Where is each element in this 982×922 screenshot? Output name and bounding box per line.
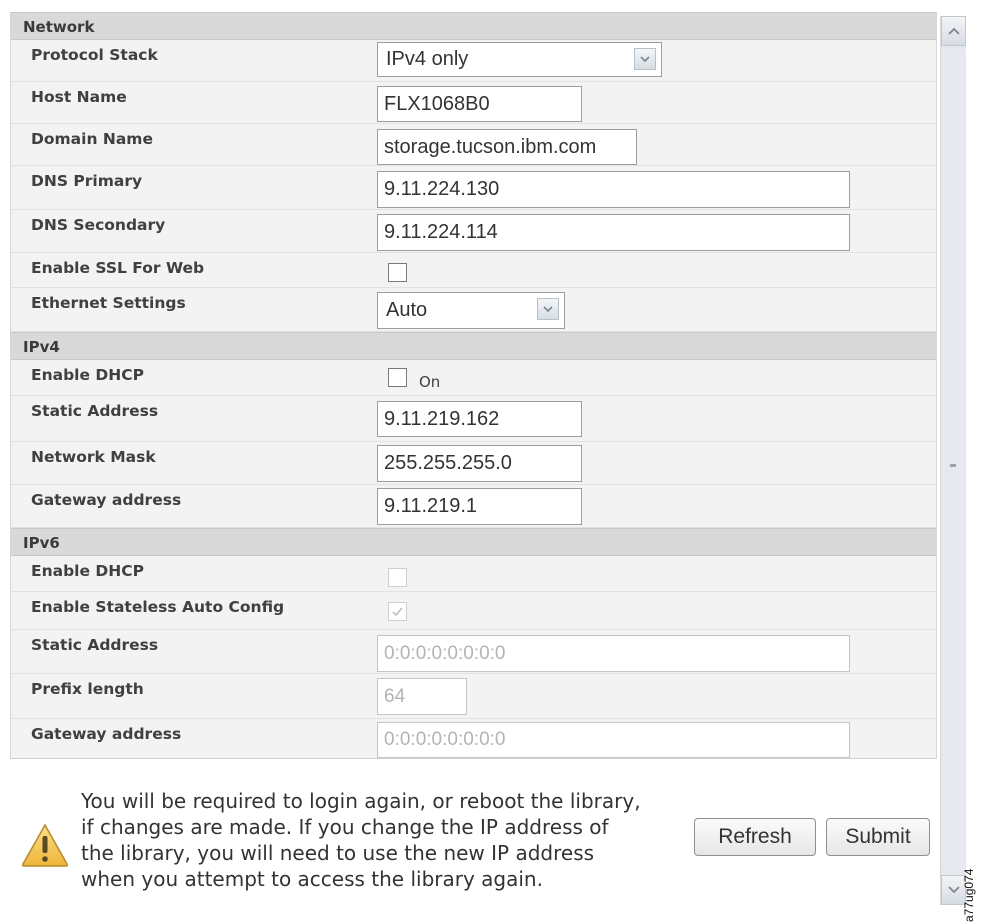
scroll-up-button[interactable] [941,16,966,46]
ipv6-gateway-label: Gateway address [31,725,182,743]
scroll-grip-icon [950,464,956,467]
ipv4-enable-dhcp-row: Enable DHCP On [11,360,936,396]
ethernet-settings-label: Ethernet Settings [31,294,186,312]
protocol-stack-row: Protocol Stack IPv4 only [11,40,936,82]
ipv4-static-address-row: Static Address 9.11.219.162 [11,396,936,442]
ipv4-dhcp-on-text: On [419,373,441,391]
network-mask-row: Network Mask 255.255.255.0 [11,442,936,485]
ipv4-gateway-label: Gateway address [31,491,182,509]
protocol-stack-value: IPv4 only [386,48,469,70]
network-section-header: Network [11,12,936,40]
protocol-stack-label: Protocol Stack [31,46,158,64]
refresh-button[interactable]: Refresh [694,818,816,856]
ipv6-enable-dhcp-row: Enable DHCP [11,556,936,592]
ethernet-settings-value: Auto [386,299,428,321]
vertical-scrollbar[interactable] [940,16,966,905]
chevron-up-icon [947,27,960,35]
ipv6-section-header: IPv6 [11,528,936,556]
protocol-stack-select[interactable]: IPv4 only [377,42,662,77]
dns-primary-row: DNS Primary 9.11.224.130 [11,166,936,210]
warning-icon [20,822,70,872]
ethernet-settings-select[interactable]: Auto [377,292,565,329]
dns-secondary-row: DNS Secondary 9.11.224.114 [11,210,936,253]
ipv6-gateway-row: Gateway address 0:0:0:0:0:0:0:0 [11,719,936,759]
check-icon [392,607,403,617]
ipv4-gateway-input[interactable]: 9.11.219.1 [377,488,582,525]
domain-name-input[interactable]: storage.tucson.ibm.com [377,129,637,165]
scroll-thumb[interactable] [942,50,965,870]
prefix-length-input[interactable]: 64 [377,678,467,715]
host-name-label: Host Name [31,88,127,106]
ipv6-enable-dhcp-label: Enable DHCP [31,562,144,580]
prefix-length-label: Prefix length [31,680,144,698]
enable-ssl-checkbox[interactable] [388,263,407,282]
dns-secondary-input[interactable]: 9.11.224.114 [377,214,850,251]
chevron-down-icon[interactable] [634,48,656,70]
ipv4-enable-dhcp-label: Enable DHCP [31,366,144,384]
submit-button[interactable]: Submit [826,818,930,856]
domain-name-label: Domain Name [31,130,153,148]
ipv4-static-address-input[interactable]: 9.11.219.162 [377,401,582,437]
ipv6-enable-dhcp-checkbox[interactable] [388,568,407,587]
enable-ssl-row: Enable SSL For Web [11,253,936,288]
stateless-auto-config-row: Enable Stateless Auto Config [11,592,936,630]
figure-code: a77ug074 [962,868,976,922]
dns-primary-input[interactable]: 9.11.224.130 [377,171,850,208]
chevron-down-icon [947,886,960,894]
stateless-auto-config-label: Enable Stateless Auto Config [31,598,285,616]
network-mask-label: Network Mask [31,448,156,466]
ipv4-section-header: IPv4 [11,332,936,360]
ethernet-settings-row: Ethernet Settings Auto [11,288,936,332]
network-settings-panel: Network Protocol Stack IPv4 only Host Na… [10,12,937,759]
host-name-input[interactable]: FLX1068B0 [377,86,582,122]
dns-primary-label: DNS Primary [31,172,143,190]
domain-name-row: Domain Name storage.tucson.ibm.com [11,124,936,166]
prefix-length-row: Prefix length 64 [11,674,936,719]
ipv6-gateway-input[interactable]: 0:0:0:0:0:0:0:0 [377,722,850,758]
ipv6-static-address-input[interactable]: 0:0:0:0:0:0:0:0 [377,635,850,672]
chevron-down-icon[interactable] [537,298,559,320]
ipv4-gateway-row: Gateway address 9.11.219.1 [11,485,936,528]
host-name-row: Host Name FLX1068B0 [11,82,936,124]
dns-secondary-label: DNS Secondary [31,216,166,234]
warning-message: You will be required to login again, or … [81,789,641,891]
network-mask-input[interactable]: 255.255.255.0 [377,445,582,482]
ipv6-static-address-label: Static Address [31,636,159,654]
ipv4-static-address-label: Static Address [31,402,159,420]
enable-ssl-label: Enable SSL For Web [31,259,205,277]
stateless-auto-config-checkbox[interactable] [388,602,407,621]
ipv6-static-address-row: Static Address 0:0:0:0:0:0:0:0 [11,630,936,674]
ipv4-enable-dhcp-checkbox[interactable] [388,368,407,387]
